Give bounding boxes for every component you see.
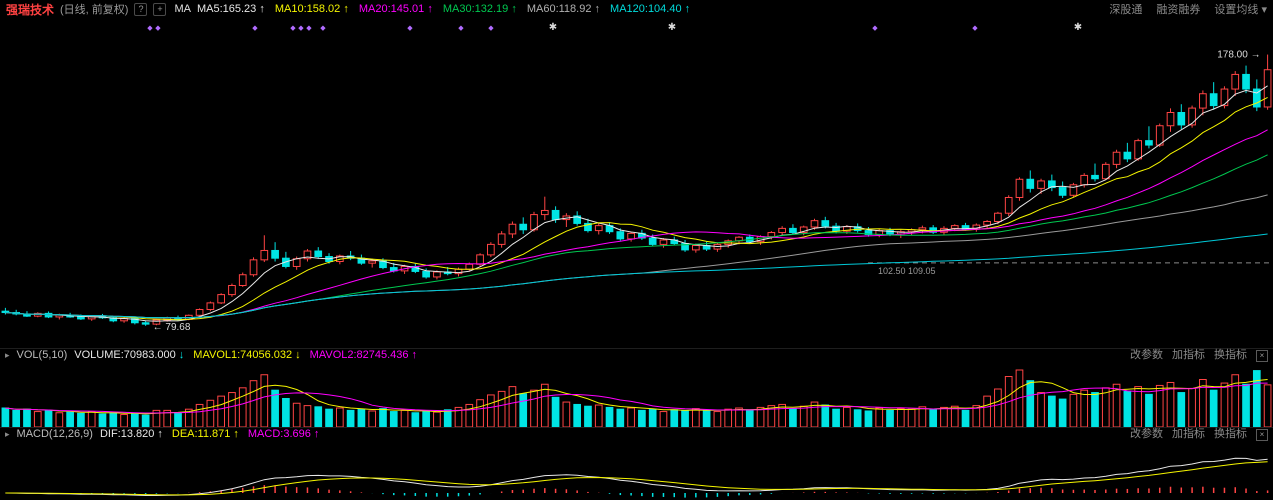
svg-text:102.50 109.05: 102.50 109.05 (878, 266, 936, 276)
macd-panel-readout-0: DIF:13.820 (99, 428, 155, 440)
help-icon[interactable]: ? (134, 2, 148, 16)
macd-panel-trend-arrow-1: ↑ (233, 428, 239, 440)
macd-chart[interactable] (0, 441, 1273, 500)
sz-connect-link[interactable]: 深股通 (1109, 1, 1142, 17)
svg-text:◆: ◆ (972, 25, 978, 32)
ma-readout-20: MA20:145.01 ↑ (358, 3, 433, 15)
stock-chart-app: 强瑞技术 (日线, 前复权) ? + MA MA5:165.23 ↑ MA10:1… (0, 0, 1273, 500)
svg-text:◆: ◆ (298, 25, 304, 32)
svg-text:◆: ◆ (872, 25, 878, 32)
macd-panel-trend-arrow-0: ↑ (157, 428, 163, 440)
topbar-links: 深股通 融资融券 设置均线 ▾ (1109, 1, 1267, 17)
tool-icon[interactable]: + (153, 2, 167, 16)
vol-panel-header: ▸ VOL(5,10) VOLUME:70983.000 ↓ MAVOL1:7405… (0, 348, 1273, 362)
vol-panel-controls: 改参数 加指标 换指标 × (1130, 349, 1268, 362)
macd-panel-readout-1: DEA:11.871 (171, 428, 231, 440)
svg-text:◆: ◆ (488, 25, 494, 32)
volume-chart[interactable] (0, 362, 1273, 427)
ma-readout-30: MA30:132.19 ↑ (442, 3, 517, 15)
stock-name: 强瑞技术 (6, 2, 55, 17)
top-toolbar: 强瑞技术 (日线, 前复权) ? + MA MA5:165.23 ↑ MA10:1… (0, 0, 1273, 18)
svg-text:◆: ◆ (252, 25, 258, 32)
vol-panel-readout-2: MAVOL2:82745.436 (309, 349, 409, 361)
ma-readout-5: MA5:165.23 ↑ (196, 3, 265, 15)
period-label: (日线, 前复权) (60, 4, 129, 16)
ma-readout-10: MA10:158.02 ↑ (274, 3, 349, 15)
svg-text:◆: ◆ (147, 25, 153, 32)
ma-values: MA5:165.23 ↑ MA10:158.02 ↑ MA20:145.01 ↑ MA… (197, 3, 700, 15)
macd-indicator-title: MACD(12,26,9) (16, 428, 93, 440)
vol-panel-close-button[interactable]: × (1256, 349, 1268, 362)
macd-change-params-button[interactable]: 改参数 (1130, 428, 1163, 441)
vol-panel-readout-0: VOLUME:70983.000 (74, 349, 176, 361)
vol-panel-trend-arrow-0: ↓ (178, 349, 185, 361)
low-price-label: ← 79.68 (153, 322, 191, 333)
macd-switch-indicator-button[interactable]: 换指标 (1214, 428, 1247, 441)
ma-settings-button[interactable]: 设置均线 ▾ (1214, 1, 1267, 17)
macd-panel-values: DIF:13.820 ↑ DEA:11.871 ↑ MACD:3.696 ↑ (100, 428, 328, 441)
vol-switch-indicator-button[interactable]: 换指标 (1214, 349, 1247, 362)
ma-indicator-label: MA (174, 3, 191, 15)
vol-panel-readout-1: MAVOL1:74056.032 (193, 349, 293, 361)
margin-trading-link[interactable]: 融资融券 (1156, 1, 1200, 17)
svg-text:◆: ◆ (458, 25, 464, 32)
svg-text:✱: ✱ (549, 22, 557, 33)
vol-panel-trend-arrow-1: ↓ (295, 349, 301, 361)
macd-add-indicator-button[interactable]: 加指标 (1172, 428, 1205, 441)
vol-change-params-button[interactable]: 改参数 (1130, 349, 1163, 362)
high-price-label: 178.00 → (1217, 50, 1260, 61)
macd-panel-trend-arrow-2: ↑ (313, 428, 320, 440)
vol-indicator-title: VOL(5,10) (16, 349, 68, 361)
svg-text:◆: ◆ (290, 25, 296, 32)
svg-text:◆: ◆ (320, 25, 326, 32)
ma-readout-60: MA60:118.92 ↑ (526, 3, 601, 15)
ma-readout-120: MA120:104.40 ↑ (610, 3, 691, 15)
vol-panel-trend-arrow-2: ↑ (411, 349, 418, 361)
svg-text:◆: ◆ (407, 25, 413, 32)
macd-panel-controls: 改参数 加指标 换指标 × (1130, 428, 1268, 441)
svg-text:✱: ✱ (1074, 22, 1082, 33)
macd-panel-toggle-icon[interactable]: ▸ (5, 428, 10, 441)
macd-panel-close-button[interactable]: × (1256, 428, 1268, 441)
event-markers-layer: ◆ ◆ ◆ ◆ ◆ ◆ ◆ ◆ ◆ ◆ ✱ ✱ ◆ ◆ ✱ (147, 22, 1082, 33)
candles-layer (1, 54, 1272, 326)
vol-panel-values: VOLUME:70983.000 ↓ MAVOL1:74056.032 ↓ MAVOL2… (74, 349, 426, 362)
svg-text:◆: ◆ (155, 25, 161, 32)
svg-text:✱: ✱ (668, 22, 676, 33)
macd-panel-readout-2: MACD:3.696 (247, 428, 311, 440)
svg-text:◆: ◆ (306, 25, 312, 32)
ma-lines-layer (5, 85, 1268, 322)
main-candlestick-chart[interactable]: 102.50 109.05178.00 →← 79.68◆ ◆ ◆ ◆ ◆ ◆ ◆ ◆ ◆ ◆ ✱ ✱… (0, 18, 1273, 348)
vol-panel-toggle-icon[interactable]: ▸ (5, 349, 10, 362)
vol-add-indicator-button[interactable]: 加指标 (1172, 349, 1205, 362)
macd-panel-header: ▸ MACD(12,26,9) DIF:13.820 ↑ DEA:11.871 ↑ MA… (0, 427, 1273, 441)
